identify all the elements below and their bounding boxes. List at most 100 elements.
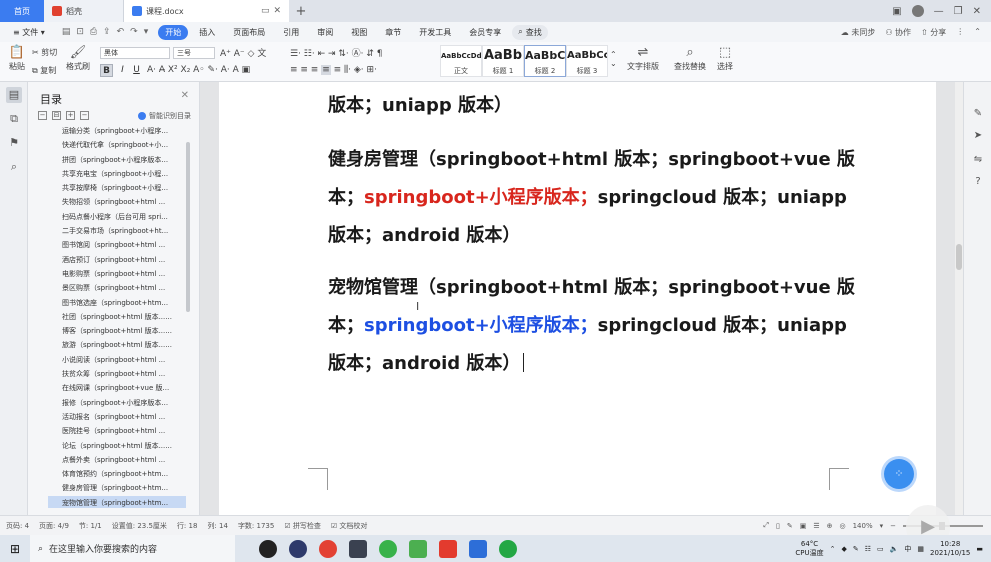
doc-paragraph-2-line-1[interactable]: 健身房管理（springboot+html 版本；springboot+vue … <box>328 141 855 179</box>
toc-item[interactable]: 图书馆选座（springboot+htm... <box>48 296 186 310</box>
cpu-temp[interactable]: 64°C CPU温度 <box>795 540 823 558</box>
zoom-dropdown-icon[interactable]: ▾ <box>880 522 884 530</box>
spell-check-button[interactable]: ☑ 拼写检查 <box>284 521 321 531</box>
toc-scrollbar[interactable] <box>186 142 190 312</box>
toc-item[interactable]: 报修（springboot+小程序版本... <box>48 396 186 410</box>
assistant-float-button[interactable]: ⁘ <box>884 459 914 489</box>
toc-item[interactable]: 健身房管理（springboot+htm... <box>48 481 186 495</box>
app-pinwheel-icon[interactable] <box>259 539 277 558</box>
font-size-select[interactable]: 三号 <box>173 47 215 59</box>
toc-item[interactable]: 扶贫众筹（springboot+html ... <box>48 367 186 381</box>
bookmark-icon[interactable]: ⚑ <box>6 135 22 151</box>
select-button[interactable]: ⬚ 选择 <box>712 45 738 72</box>
search-box[interactable]: ⌕ 查找 <box>512 24 548 40</box>
status-page[interactable]: 页面: 4/9 <box>39 521 69 531</box>
export-icon[interactable]: ⇪ <box>103 27 111 37</box>
volume-icon[interactable]: 🔈 <box>890 545 899 553</box>
toc-item[interactable]: 医院挂号（springboot+html ... <box>48 424 186 438</box>
network-icon[interactable]: ☷ <box>865 545 871 553</box>
tab-document[interactable]: 课程.docx ▭ ✕ <box>124 0 289 22</box>
menu-start[interactable]: 开始 <box>158 24 189 40</box>
save-icon[interactable]: ▤ <box>62 27 71 37</box>
web-view-icon[interactable]: ⊕ <box>827 522 833 530</box>
toc-item[interactable]: 拼团（springboot+小程序版本... <box>48 153 186 167</box>
toc-item[interactable]: 失物招领（springboot+html ... <box>48 195 186 209</box>
more-icon[interactable]: ⋮ <box>956 27 964 38</box>
tray-grid-icon[interactable]: ▦ <box>917 545 924 553</box>
format-painter-button[interactable]: 🖌 格式刷 <box>64 45 92 72</box>
close-icon[interactable]: ✕ <box>181 90 189 101</box>
copy-button[interactable]: ⧉ 复制 <box>32 65 56 76</box>
collaborate-button[interactable]: ⚇ 协作 <box>885 27 911 38</box>
doc-paragraph-2-line-2[interactable]: 本；springboot+小程序版本；springcloud 版本；uniapp <box>328 179 847 217</box>
window-layout-icon[interactable]: ▣ <box>892 6 901 17</box>
app-screenshot-icon[interactable] <box>349 539 367 558</box>
close-icon[interactable]: ✕ <box>273 6 281 16</box>
app-green-icon[interactable] <box>409 539 427 558</box>
zoom-level[interactable]: 140% <box>853 522 873 530</box>
text-layout-button[interactable]: ⇌ 文字排版 <box>624 45 662 72</box>
toc-item[interactable]: 酒店预订（springboot+html ... <box>48 253 186 267</box>
search-panel-icon[interactable]: ⌕ <box>6 159 22 175</box>
page-view-icon[interactable]: ▣ <box>800 522 807 530</box>
help-icon[interactable]: ? <box>972 176 984 188</box>
windows-start-icon[interactable]: ⊞ <box>0 535 30 562</box>
settings-sliders-icon[interactable]: ⇋ <box>972 154 984 166</box>
toc-item[interactable]: 在线网课（springboot+vue 版... <box>48 381 186 395</box>
tab-pin-icon[interactable]: ▭ <box>261 6 270 16</box>
doc-paragraph-3-line-1[interactable]: 宠物馆管理（springboot+html 版本；springboot+vue … <box>328 269 855 307</box>
doc-paragraph-3-line-2[interactable]: 本；springboot+小程序版本；springcloud 版本；uniapp <box>328 307 847 345</box>
tray-pen-icon[interactable]: ✎ <box>853 545 859 553</box>
toc-item[interactable]: 旅游（springboot+html 版本...... <box>48 338 186 352</box>
menu-review[interactable]: 审阅 <box>310 25 340 40</box>
collapse-ribbon-icon[interactable]: ⌃ <box>974 27 981 38</box>
minimize-icon[interactable]: — <box>934 6 944 17</box>
style-heading-1[interactable]: AaBb 标题 1 <box>482 45 524 77</box>
toc-item[interactable]: 小说阅读（springboot+html ... <box>48 353 186 367</box>
read-mode-icon[interactable]: ▯ <box>776 522 780 530</box>
doc-paragraph-1[interactable]: 版本；uniapp 版本） <box>328 87 512 125</box>
style-heading-3[interactable]: AaBbCc 标题 3 <box>566 45 608 77</box>
toc-item[interactable]: 景区购票（springboot+html ... <box>48 281 186 295</box>
tab-home[interactable]: 首页 <box>0 0 44 22</box>
font-grow-shrink-icons[interactable]: A⁺ A⁻ ◇ 文 <box>220 46 266 59</box>
toc-item[interactable]: 宠物馆管理（springboot+htm... <box>48 495 186 508</box>
wechat-icon[interactable] <box>499 539 517 558</box>
tray-app-icon[interactable]: ◆ <box>842 545 847 553</box>
clock[interactable]: 10:28 2021/10/15 <box>930 540 970 558</box>
window-close-icon[interactable]: ✕ <box>973 6 981 17</box>
zoom-out-icon[interactable]: − <box>890 522 896 530</box>
redo-icon[interactable]: ↷ <box>130 27 138 37</box>
styles-expand-icon[interactable]: ⌃ ⌄ <box>610 50 617 68</box>
menu-file[interactable]: ≡ 文件 ▾ <box>6 25 52 40</box>
toc-item[interactable]: 电影购票（springboot+html ... <box>48 267 186 281</box>
toc-item[interactable]: 共享充电宝（springboot+小程... <box>48 167 186 181</box>
menu-section[interactable]: 章节 <box>378 25 408 40</box>
tray-expand-icon[interactable]: ⌃ <box>830 545 836 553</box>
toc-item[interactable]: 论坛（springboot+html 版本...... <box>48 439 186 453</box>
paragraph-icons-bottom[interactable]: ≡ ≡ ≡ ≡ ≡ ⫼· ◈· ⊞· <box>290 65 377 75</box>
pointer-icon[interactable]: ➤ <box>972 130 984 142</box>
toc-item[interactable]: 博客（springboot+html 版本...... <box>48 324 186 338</box>
customize-icon[interactable]: ▾ <box>144 27 149 37</box>
doc-paragraph-2-line-3[interactable]: 版本；android 版本） <box>328 217 520 255</box>
tab-docer[interactable]: 稻壳 <box>44 0 124 22</box>
paste-button[interactable]: 📋 粘贴 <box>6 45 28 72</box>
smart-toc-button[interactable]: 智能识别目录 <box>138 111 191 121</box>
chrome-icon[interactable] <box>319 539 337 558</box>
notification-icon[interactable]: ▬ <box>976 545 983 553</box>
style-normal[interactable]: AaBbCcDd 正文 <box>440 45 482 77</box>
toc-item[interactable]: 体育馆预约（springboot+htm... <box>48 467 186 481</box>
font-name-select[interactable]: 黑体 <box>100 47 170 59</box>
sync-status[interactable]: ☁ 未同步 <box>841 27 876 38</box>
print-icon[interactable]: ⎙ <box>90 27 97 37</box>
write-mode-icon[interactable]: ✎ <box>787 522 793 530</box>
display-icon[interactable]: ▭ <box>877 545 884 553</box>
font-effects-icons[interactable]: A· A̶ X² X₂ A◦ ✎· A· A ▣ <box>147 65 250 75</box>
toc-item[interactable]: 活动报名（springboot+html ... <box>48 410 186 424</box>
underline-button[interactable]: U <box>130 64 143 77</box>
pages-icon[interactable]: ⧉ <box>6 111 22 127</box>
style-heading-2[interactable]: AaBbC 标题 2 <box>524 45 566 77</box>
menu-member[interactable]: 会员专享 <box>462 25 508 40</box>
toc-item[interactable]: 二手交易市场（springboot+ht... <box>48 224 186 238</box>
